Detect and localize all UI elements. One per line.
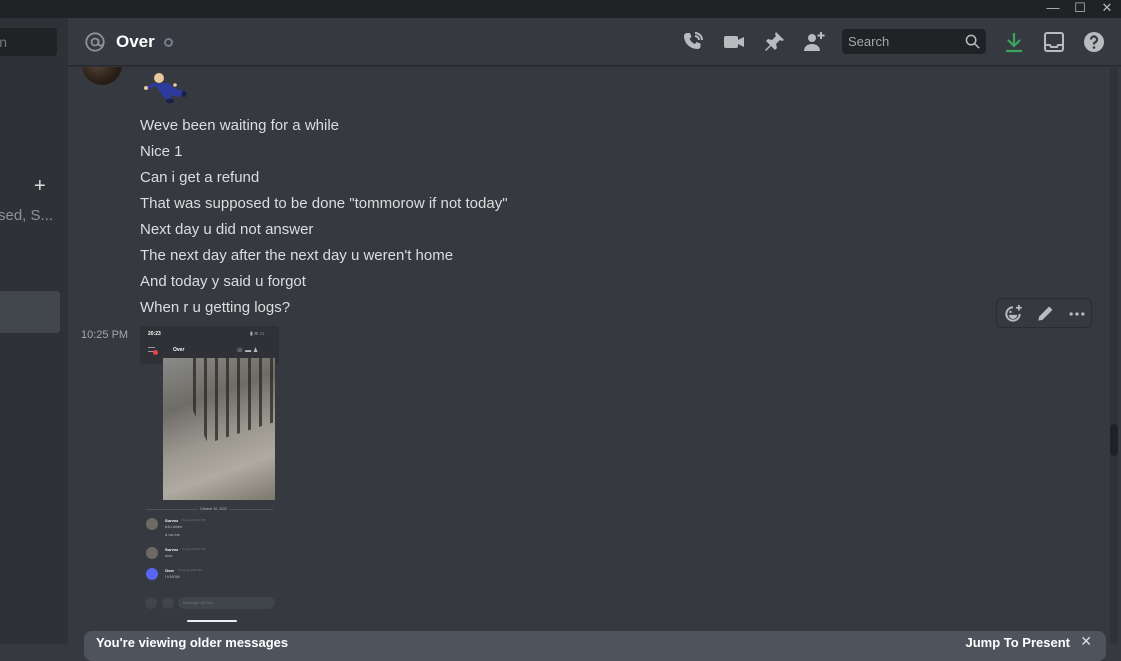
inbox-icon[interactable] (1042, 30, 1066, 54)
older-messages-text: You're viewing older messages (96, 635, 289, 650)
edit-icon[interactable] (1035, 304, 1055, 324)
message-text: The next day after the next day u weren'… (140, 247, 454, 264)
maximize-button[interactable]: ☐ (1066, 0, 1094, 18)
scrollbar-track[interactable] (1110, 67, 1118, 644)
voice-call-icon[interactable] (681, 30, 705, 54)
find-conversation-button[interactable]: n (0, 28, 57, 56)
more-icon[interactable] (1067, 304, 1087, 324)
window-titlebar: — ☐ ✕ (0, 0, 1121, 18)
user-avatar[interactable] (82, 67, 122, 85)
create-dm-button[interactable]: + (34, 176, 46, 196)
phone-msg-text: a ow ine (165, 532, 180, 537)
phone-msg-time: Today at 6:00 PM (182, 547, 206, 551)
minimize-button[interactable]: — (1039, 0, 1067, 18)
phone-author: Survvz (165, 518, 179, 523)
message-text: That was supposed to be done "tommorow i… (140, 195, 508, 212)
phone-chat-name: Over (173, 347, 185, 353)
phone-avatar (146, 568, 158, 580)
search-icon[interactable] (965, 34, 980, 49)
message-text: When r u getting logs? (140, 299, 291, 316)
message-timestamp: 10:25 PM (81, 329, 129, 341)
phone-header-icons: ☏ ▬ ♟ (236, 348, 259, 354)
jump-to-present-button[interactable]: Jump To Present (965, 635, 1070, 650)
message-text: Next day u did not answer (140, 221, 314, 238)
phone-photo (163, 358, 275, 500)
phone-plus-icon (145, 597, 157, 609)
phone-notification-badge (153, 350, 158, 355)
at-sign-icon (85, 32, 105, 52)
channel-header: Over (68, 18, 1121, 66)
close-banner-icon[interactable]: ✕ (1080, 633, 1092, 650)
dm-sidebar: n + sed, S... (0, 18, 68, 644)
phone-message-input: Message @Over (178, 597, 275, 609)
offline-status-icon (164, 38, 173, 47)
video-call-icon[interactable] (722, 30, 746, 54)
search-bar[interactable] (842, 29, 986, 54)
download-icon[interactable] (1002, 30, 1026, 54)
scrollbar-thumb[interactable] (1110, 424, 1118, 456)
message-text: And today y said u forgot (140, 273, 306, 290)
phone-author: Survvz (165, 547, 179, 552)
message-actions-toolbar (996, 298, 1092, 328)
phone-msg-time: Today at 3:52 PM (182, 518, 206, 522)
image-attachment[interactable]: 20:23 ▮ ≋ ▭ Over ☏ ▬ ♟ October 30, 2022 … (140, 326, 279, 626)
phone-msg-text: nice (165, 553, 173, 558)
channel-name: Over (116, 32, 155, 51)
add-reaction-icon[interactable] (1003, 304, 1023, 324)
search-input[interactable] (842, 29, 960, 54)
older-messages-banner: You're viewing older messages Jump To Pr… (84, 631, 1106, 661)
phone-msg-time: Today at 6:56 PM (178, 568, 202, 572)
phone-signal-icon: ▮ ≋ ▭ (250, 331, 265, 337)
selected-dm-item[interactable] (0, 291, 60, 333)
close-window-button[interactable]: ✕ (1093, 0, 1121, 18)
dm-status-text: sed, S... (0, 207, 54, 224)
message-text: Weve been waiting for a while (140, 117, 339, 134)
phone-avatar (146, 518, 158, 530)
find-conversation-text: n (0, 34, 7, 50)
phone-author: Over (165, 568, 175, 573)
phone-date-divider: October 30, 2022 (198, 507, 230, 511)
phone-home-indicator (187, 620, 237, 622)
phone-avatar (146, 547, 158, 559)
phone-time: 20:23 (148, 331, 161, 337)
sticker-image (144, 73, 187, 104)
message-text: Nice 1 (140, 143, 183, 160)
pin-icon[interactable] (762, 30, 786, 54)
message-text: Can i get a refund (140, 169, 260, 186)
phone-msg-text: I KNOW (165, 574, 180, 579)
add-friend-icon[interactable] (802, 30, 826, 54)
help-icon[interactable] (1082, 30, 1106, 54)
phone-gift-icon (162, 597, 174, 609)
message-list: Weve been waiting for a while Nice 1 Can… (68, 67, 1108, 644)
phone-msg-text: b4u when (165, 524, 183, 529)
phone-input-placeholder: Message @Over (183, 600, 214, 605)
